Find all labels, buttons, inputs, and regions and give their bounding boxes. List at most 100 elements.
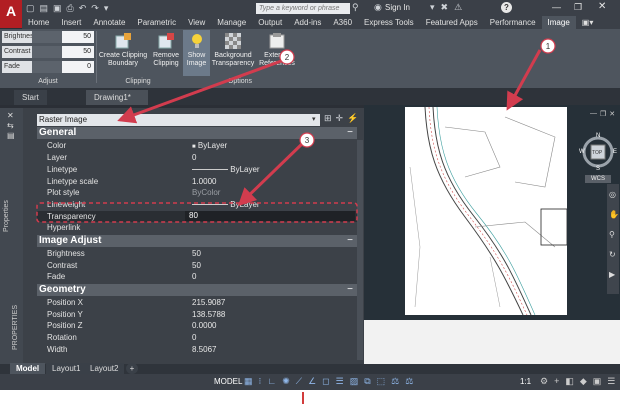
property-value[interactable]: ByLayer <box>192 199 260 210</box>
object-snap-tracking-icon[interactable]: ∠ <box>308 376 316 388</box>
exchange-icon[interactable]: ✖ <box>441 2 449 13</box>
property-row[interactable]: Position Z 0.0000 <box>37 320 357 331</box>
section-geometry[interactable]: Geometry − <box>37 284 357 296</box>
selection-cycling-icon[interactable]: ⧉ <box>364 376 370 388</box>
external-references-button[interactable]: External References <box>256 32 298 68</box>
add-icon[interactable]: + <box>554 376 559 387</box>
section-general[interactable]: General − <box>37 127 357 139</box>
object-snap-icon[interactable]: ◻ <box>322 376 329 388</box>
property-value[interactable]: 0.0000 <box>192 320 216 331</box>
property-row[interactable]: Position X 215.9087 <box>37 297 357 308</box>
property-value[interactable]: 8.5067 <box>192 344 216 355</box>
palette-scrollbar[interactable] <box>357 140 363 360</box>
property-value[interactable]: ByColor <box>192 187 220 198</box>
ribbon-options-icon[interactable]: ▣▾ <box>576 16 600 29</box>
ortho-icon[interactable]: ∟ <box>267 376 276 388</box>
navigation-bar[interactable]: ◎ ✋ ⚲ ↻ ▶ <box>607 184 619 294</box>
tab-model[interactable]: Model <box>10 363 46 374</box>
contrast-control[interactable]: Contrast 50 <box>2 46 94 58</box>
transparency-input[interactable]: 80 <box>185 211 355 221</box>
annotation-scale[interactable]: 1:1 <box>520 377 531 386</box>
fade-slider[interactable] <box>32 61 62 73</box>
property-value[interactable]: 50 <box>192 260 201 271</box>
tab-image[interactable]: Image <box>541 16 576 29</box>
create-clipping-boundary-button[interactable]: Create Clipping Boundary <box>97 32 149 68</box>
property-value[interactable]: ByLayer <box>192 164 260 175</box>
stay-connected-icon[interactable]: ⚠ <box>454 2 462 13</box>
property-row[interactable]: Lineweight ByLayer <box>37 199 357 210</box>
property-row[interactable]: Hyperlink <box>37 222 357 233</box>
select-objects-icon[interactable]: ✛ <box>336 113 344 124</box>
sign-in-button[interactable]: Sign In <box>385 3 410 12</box>
property-value[interactable]: 215.9087 <box>192 297 225 308</box>
tab-a360[interactable]: A360 <box>327 16 358 29</box>
section-image-adjust[interactable]: Image Adjust − <box>37 235 357 247</box>
property-value[interactable]: 50 <box>192 248 201 259</box>
orbit-icon[interactable]: ↻ <box>609 250 616 259</box>
property-row[interactable]: Brightness 50 <box>37 248 357 259</box>
property-row[interactable]: Contrast 50 <box>37 260 357 271</box>
property-value[interactable]: 1.0000 <box>192 176 216 187</box>
chevron-down-icon[interactable]: ▾ <box>430 2 435 13</box>
help-icon[interactable]: ? <box>501 2 512 13</box>
brightness-value[interactable]: 50 <box>62 31 94 43</box>
property-row[interactable]: Color ■ ByLayer <box>37 140 357 151</box>
property-value[interactable]: 0 <box>192 332 196 343</box>
showmotion-icon[interactable]: ▶ <box>609 270 615 279</box>
3d-osnap-icon[interactable]: ⬚ <box>377 376 386 388</box>
background-transparency-button[interactable]: Background Transparency <box>210 32 256 68</box>
model-space-toggle[interactable]: MODEL <box>214 377 242 386</box>
tab-view[interactable]: View <box>182 16 211 29</box>
tab-output[interactable]: Output <box>252 16 288 29</box>
close-icon[interactable]: ✕ <box>598 1 606 12</box>
contrast-value[interactable]: 50 <box>62 46 94 58</box>
property-row[interactable]: Linetype ByLayer <box>37 164 357 175</box>
pan-icon[interactable]: ✋ <box>609 210 619 219</box>
auto-hide-icon[interactable]: ⇆ <box>7 121 14 130</box>
tab-express-tools[interactable]: Express Tools <box>358 16 420 29</box>
tab-annotate[interactable]: Annotate <box>87 16 131 29</box>
toggle-pickadd-icon[interactable]: ⊞ <box>324 113 332 124</box>
property-row[interactable]: Linetype scale 1.0000 <box>37 176 357 187</box>
chevron-down-icon[interactable]: ▾ <box>312 114 320 126</box>
steering-wheel-icon[interactable]: ◎ <box>609 190 616 199</box>
tab-layout2[interactable]: Layout2 <box>84 363 125 374</box>
polar-icon[interactable]: ✺ <box>282 376 290 388</box>
user-icon[interactable]: ◉ <box>374 2 382 13</box>
grid-icon[interactable]: ▦ <box>244 376 253 388</box>
maximize-icon[interactable]: ❐ <box>574 2 582 13</box>
annotation-visibility-icon[interactable]: ⚖ <box>391 376 399 388</box>
quick-select-icon[interactable]: ⚡ <box>347 113 358 124</box>
collapse-icon[interactable]: − <box>347 127 353 139</box>
property-row[interactable]: Plot style ByColor <box>37 187 357 198</box>
property-value[interactable]: 0 <box>192 271 196 282</box>
search-icon[interactable]: ⚲ <box>352 2 359 13</box>
tab-performance[interactable]: Performance <box>484 16 542 29</box>
isodraft-icon[interactable]: ⟋ <box>296 376 302 388</box>
isolate-objects-icon[interactable]: ◧ <box>565 376 574 387</box>
search-input[interactable]: Type a keyword or phrase <box>256 3 350 14</box>
tab-insert[interactable]: Insert <box>55 16 87 29</box>
add-layout-button[interactable]: + <box>126 363 138 374</box>
contrast-slider[interactable] <box>32 46 62 58</box>
show-image-button[interactable]: Show Image <box>183 32 210 68</box>
tab-layout1[interactable]: Layout1 <box>46 363 87 374</box>
close-icon[interactable]: ✕ <box>7 111 14 120</box>
brightness-slider[interactable] <box>32 31 62 43</box>
close-icon[interactable]: ✕ <box>609 110 615 118</box>
property-value[interactable]: 0 <box>192 152 196 163</box>
property-row[interactable]: Layer 0 <box>37 152 357 163</box>
customization-icon[interactable]: ☰ <box>607 376 615 387</box>
snap-icon[interactable]: ⁝ <box>259 376 262 388</box>
settings-gear-icon[interactable]: ⚙ <box>540 376 548 387</box>
hardware-acceleration-icon[interactable]: ◆ <box>580 376 587 387</box>
transparency-icon[interactable]: ▨ <box>350 376 359 388</box>
collapse-icon[interactable]: − <box>347 284 353 296</box>
ucs-menu[interactable]: WCS <box>585 175 611 183</box>
auto-scale-icon[interactable]: ⚖ <box>405 376 413 388</box>
tab-add-ins[interactable]: Add-ins <box>288 16 327 29</box>
lineweight-icon[interactable]: ☰ <box>336 376 344 388</box>
fade-value[interactable]: 0 <box>62 61 94 73</box>
property-value[interactable]: 138.5788 <box>192 309 225 320</box>
tab-manage[interactable]: Manage <box>211 16 252 29</box>
